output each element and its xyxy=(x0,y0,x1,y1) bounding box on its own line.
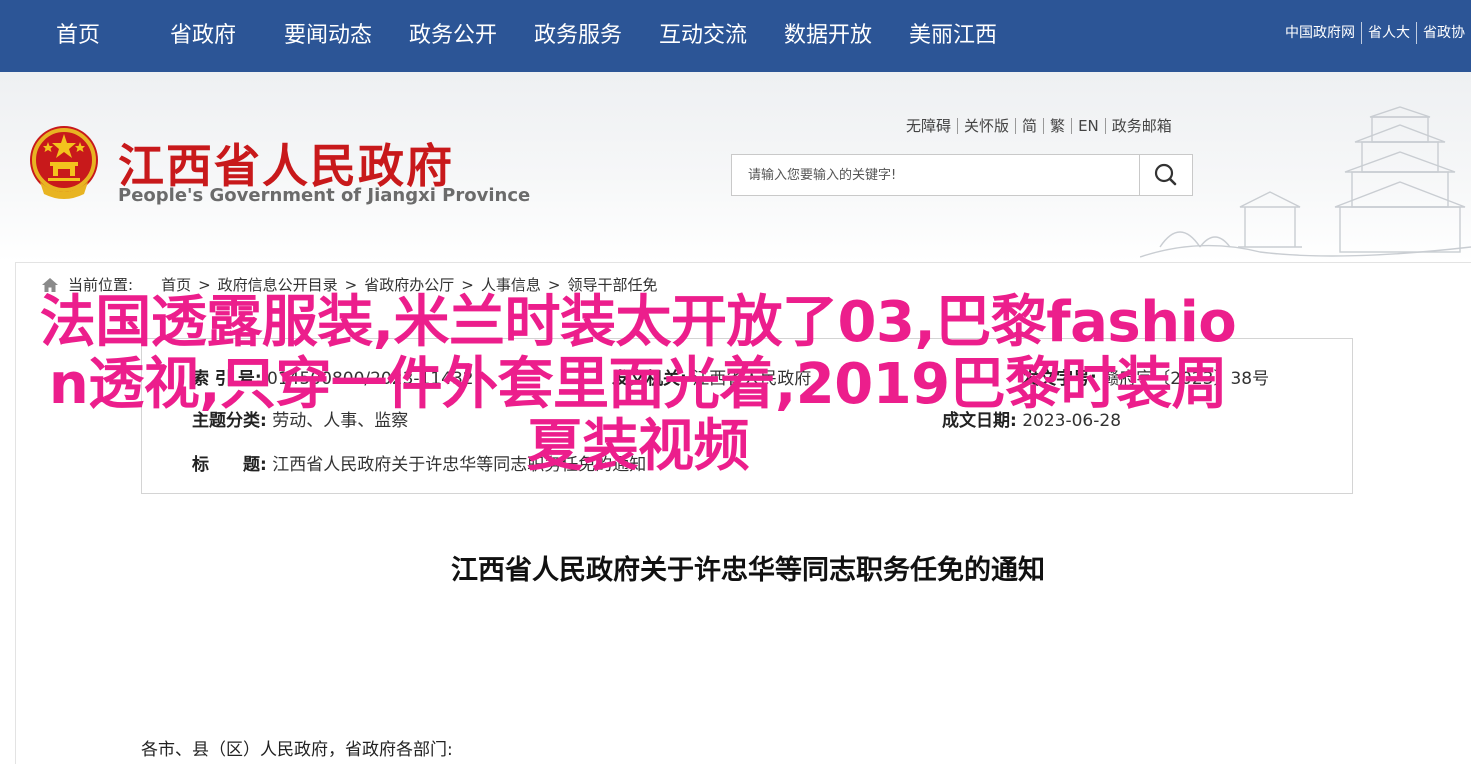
article-greeting: 各市、县（区）人民政府，省政府各部门: xyxy=(141,740,453,760)
utility-links: 无障碍 关怀版 简 繁 EN 政务邮箱 xyxy=(906,118,1178,134)
nav-item-beautiful-jiangxi[interactable]: 美丽江西 xyxy=(909,0,997,72)
link-china-gov[interactable]: 中国政府网 xyxy=(1279,22,1361,44)
nav-item-home[interactable]: 首页 xyxy=(56,0,100,72)
nav-item-provincial-gov[interactable]: 省政府 xyxy=(170,0,236,72)
nav-item-gov-affairs-open[interactable]: 政务公开 xyxy=(409,0,497,72)
site-header: 江西省人民政府 People's Government of Jiangxi P… xyxy=(0,72,1471,262)
pavilion-illustration xyxy=(1140,106,1471,258)
link-traditional[interactable]: 繁 xyxy=(1043,118,1071,134)
link-elderly-mode[interactable]: 关怀版 xyxy=(957,118,1015,134)
overlay-spam-title: 法国透露服装,米兰时装太开放了03,巴黎fashion透视,只穿一件外套里面光着… xyxy=(39,290,1237,479)
nav-item-interaction[interactable]: 互动交流 xyxy=(659,0,747,72)
nav-item-gov-services[interactable]: 政务服务 xyxy=(534,0,622,72)
link-simplified[interactable]: 简 xyxy=(1015,118,1043,134)
nav-item-news[interactable]: 要闻动态 xyxy=(284,0,372,72)
search-input[interactable] xyxy=(732,155,1142,195)
link-english[interactable]: EN xyxy=(1071,118,1105,134)
external-links: 中国政府网 省人大 省政协 xyxy=(1279,22,1471,44)
link-provincial-cppcc[interactable]: 省政协 xyxy=(1416,22,1471,44)
nav-item-open-data[interactable]: 数据开放 xyxy=(784,0,872,72)
site-subtitle: People's Government of Jiangxi Province xyxy=(118,185,531,206)
link-provincial-congress[interactable]: 省人大 xyxy=(1361,22,1416,44)
search-box xyxy=(731,154,1193,196)
top-navigation-bar: 首页 省政府 要闻动态 政务公开 政务服务 互动交流 数据开放 美丽江西 中国政… xyxy=(0,0,1471,72)
article-title: 江西省人民政府关于许忠华等同志职务任免的通知 xyxy=(451,555,1045,586)
national-emblem-logo[interactable] xyxy=(26,122,102,202)
link-accessibility[interactable]: 无障碍 xyxy=(906,118,957,134)
